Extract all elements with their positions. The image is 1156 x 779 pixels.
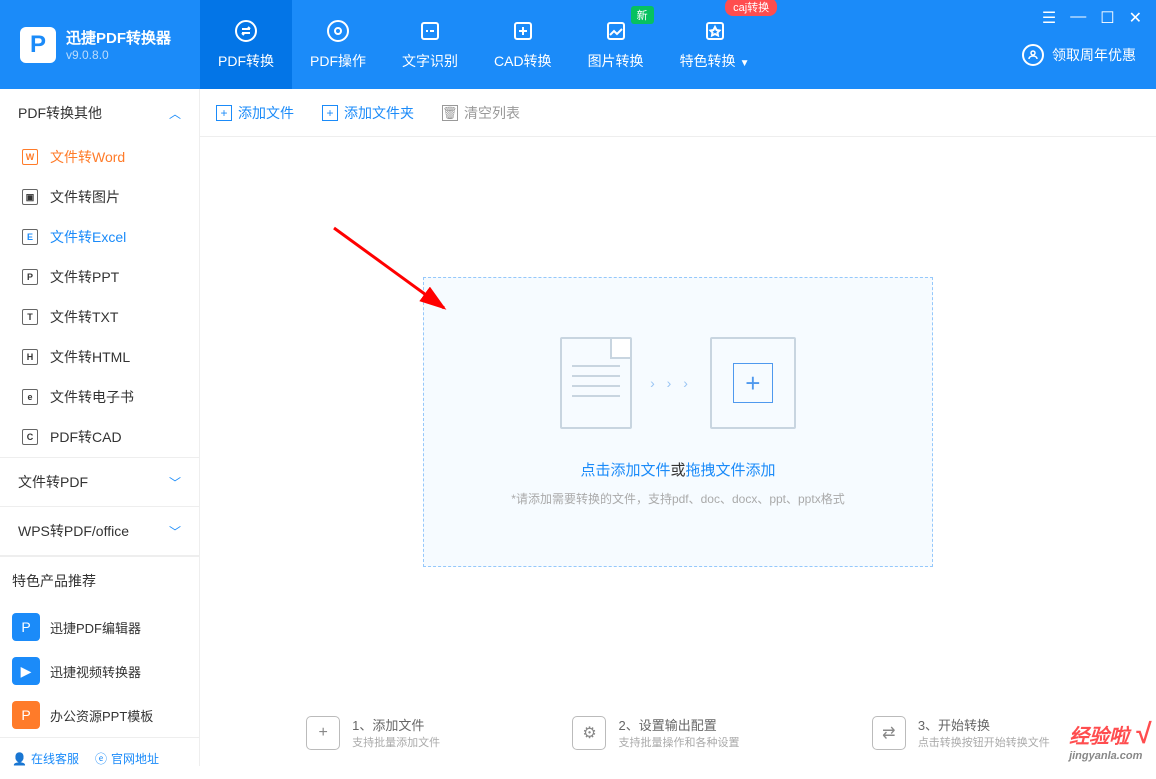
pdf-editor-icon: P	[12, 613, 40, 641]
app-version: v9.0.8.0	[66, 48, 171, 62]
ebook-icon: e	[22, 389, 38, 405]
nav-cad[interactable]: CAD转换	[476, 0, 570, 89]
chevron-down-icon: ﹀	[169, 523, 181, 540]
chevron-down-icon: ▼	[740, 58, 750, 69]
click-add-link[interactable]: 点击添加文件	[580, 462, 670, 479]
sidebar-item-txt[interactable]: T文件转TXT	[0, 297, 199, 337]
sidebar-group-file-to-pdf[interactable]: 文件转PDF ﹀	[0, 458, 199, 506]
watermark: 经验啦 √ jingyanla.com	[1069, 718, 1150, 762]
chat-icon: 👤	[12, 752, 27, 766]
sidebar-item-ebook[interactable]: e文件转电子书	[0, 377, 199, 417]
app-logo-area: P 迅捷PDF转换器 v9.0.8.0	[0, 27, 200, 63]
step-add-icon: +	[306, 716, 340, 750]
video-icon: ▶	[12, 657, 40, 685]
image-file-icon: ▣	[22, 189, 38, 205]
ppt-template-icon: P	[12, 701, 40, 729]
caj-badge: caj转换	[725, 0, 777, 16]
add-file-button[interactable]: +添加文件	[216, 103, 294, 123]
chevron-up-icon: ︿	[169, 105, 181, 122]
sidebar-item-html[interactable]: H文件转HTML	[0, 337, 199, 377]
app-title: 迅捷PDF转换器	[66, 27, 171, 48]
add-folder-button[interactable]: +添加文件夹	[322, 103, 414, 123]
chevron-down-icon: ﹀	[169, 474, 181, 491]
nav-pdf-convert[interactable]: PDF转换	[200, 0, 292, 89]
nav-special[interactable]: caj转换 特色转换▼	[662, 0, 768, 89]
new-badge: 新	[631, 6, 654, 24]
arrows-icon: › › ›	[650, 375, 692, 391]
annotation-arrow	[324, 218, 464, 328]
sidebar-item-cad[interactable]: CPDF转CAD	[0, 417, 199, 457]
menu-icon[interactable]: ☰	[1042, 8, 1056, 28]
minimize-icon[interactable]: —	[1070, 8, 1086, 28]
step-1: + 1、添加文件支持批量添加文件	[306, 715, 440, 750]
sidebar-item-image[interactable]: ▣文件转图片	[0, 177, 199, 217]
txt-icon: T	[22, 309, 38, 325]
cad-icon	[511, 19, 535, 43]
folder-plus-icon: +	[322, 105, 338, 121]
sidebar-group-wps[interactable]: WPS转PDF/office ﹀	[0, 507, 199, 555]
recommend-ppt[interactable]: P办公资源PPT模板	[0, 693, 199, 737]
nav-image[interactable]: 新 图片转换	[570, 0, 662, 89]
sidebar-item-excel[interactable]: E文件转Excel	[0, 217, 199, 257]
step-3: ⇄ 3、开始转换点击转换按钮开始转换文件	[872, 715, 1050, 750]
image-icon	[604, 19, 628, 43]
drop-hint: *请添加需要转换的文件，支持pdf、doc、docx、ppt、pptx格式	[511, 490, 844, 507]
html-icon: H	[22, 349, 38, 365]
recommend-video[interactable]: ▶迅捷视频转换器	[0, 649, 199, 693]
ppt-icon: P	[22, 269, 38, 285]
user-icon	[1022, 44, 1044, 66]
close-icon[interactable]: ✕	[1129, 8, 1142, 28]
login-button[interactable]: 领取周年优惠	[1022, 44, 1136, 66]
recommend-pdf-editor[interactable]: P迅捷PDF编辑器	[0, 605, 199, 649]
plus-icon: +	[216, 105, 232, 121]
swap-icon	[234, 19, 258, 43]
document-icon	[560, 337, 632, 429]
step-convert-icon: ⇄	[872, 716, 906, 750]
star-icon	[703, 19, 727, 43]
online-chat-link[interactable]: 👤在线客服	[12, 750, 79, 767]
app-logo-icon: P	[20, 27, 56, 63]
sidebar-item-ppt[interactable]: P文件转PPT	[0, 257, 199, 297]
add-box-icon: +	[710, 337, 796, 429]
gear-icon	[326, 19, 350, 43]
recommend-title: 特色产品推荐	[0, 556, 199, 605]
official-site-link[interactable]: ⓔ官网地址	[95, 750, 159, 767]
cad-file-icon: C	[22, 429, 38, 445]
clear-list-button[interactable]: 🗑清空列表	[442, 103, 520, 123]
step-settings-icon: ⚙	[572, 716, 606, 750]
ie-icon: ⓔ	[95, 750, 107, 767]
ocr-icon	[418, 19, 442, 43]
sidebar-group-pdf-to-other[interactable]: PDF转换其他 ︿	[0, 89, 199, 137]
drop-zone[interactable]: › › › + 点击添加文件或拖拽文件添加 *请添加需要转换的文件，支持pdf、…	[423, 277, 933, 567]
excel-icon: E	[22, 229, 38, 245]
word-icon: W	[22, 149, 38, 165]
nav-pdf-operate[interactable]: PDF操作	[292, 0, 384, 89]
sidebar-item-word[interactable]: W文件转Word	[0, 137, 199, 177]
maximize-icon[interactable]: ☐	[1100, 8, 1114, 28]
step-2: ⚙ 2、设置输出配置支持批量操作和各种设置	[572, 715, 739, 750]
drag-add-link[interactable]: 拖拽文件添加	[686, 462, 776, 479]
trash-icon: 🗑	[442, 105, 458, 121]
nav-ocr[interactable]: 文字识别	[384, 0, 476, 89]
